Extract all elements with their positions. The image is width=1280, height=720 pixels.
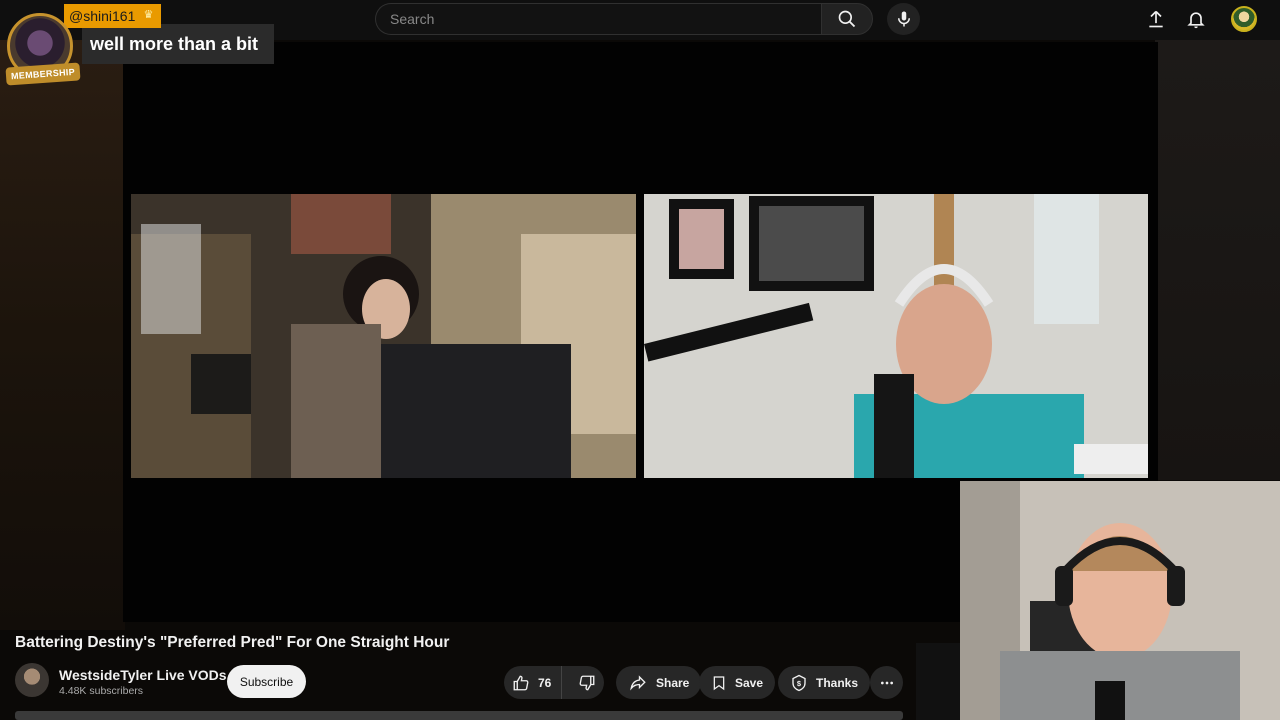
- share-icon: [630, 674, 646, 691]
- dislike-button[interactable]: [570, 666, 604, 699]
- ambient-glow-left: [0, 40, 125, 630]
- save-button[interactable]: Save: [699, 666, 776, 699]
- video-cam-left: [131, 194, 636, 478]
- search-icon: [838, 10, 856, 28]
- channel-name[interactable]: WestsideTyler Live VODs: [59, 667, 227, 683]
- video-cam-right: [644, 194, 1148, 478]
- ambient-glow-right: [1155, 40, 1280, 480]
- streamer-webcam: [960, 481, 1280, 720]
- thumbs-up-icon: [513, 675, 529, 690]
- description-box-edge: [15, 711, 903, 720]
- save-label: Save: [735, 675, 764, 690]
- bell-icon: [1187, 12, 1205, 29]
- thanks-button[interactable]: $ Thanks: [778, 666, 871, 699]
- channel-avatar[interactable]: [15, 663, 49, 697]
- like-count: 76: [538, 675, 552, 690]
- related-thumbnail-edge[interactable]: [916, 643, 960, 720]
- video-title: Battering Destiny's "Preferred Pred" For…: [15, 634, 450, 651]
- thanks-icon: $: [792, 674, 806, 691]
- create-button[interactable]: [1145, 8, 1167, 30]
- youtube-watch-page: well more than a bit @shini161 ♛ MEMBERS…: [0, 0, 1280, 720]
- subscriber-count: 4.48K subscribers: [59, 685, 144, 697]
- more-icon: [880, 681, 893, 684]
- chat-message: well more than a bit: [82, 24, 275, 64]
- cam-right-scene: [644, 194, 1148, 478]
- search-box[interactable]: [375, 3, 821, 35]
- thumbs-down-icon: [579, 675, 595, 690]
- bookmark-icon: [713, 675, 725, 690]
- mic-icon: [897, 11, 910, 27]
- subscribe-button[interactable]: Subscribe: [227, 665, 306, 698]
- webcam-scene: [960, 481, 1280, 720]
- share-label: Share: [656, 675, 690, 690]
- share-button[interactable]: Share: [616, 666, 702, 699]
- search-button[interactable]: [821, 3, 873, 35]
- like-dislike-group: 76: [504, 666, 604, 699]
- upload-icon: [1149, 10, 1163, 28]
- account-avatar[interactable]: [1231, 6, 1257, 32]
- cam-left-scene: [131, 194, 636, 478]
- more-actions-button[interactable]: [870, 666, 903, 699]
- crown-icon: ♛: [143, 9, 154, 21]
- like-button[interactable]: 76: [504, 666, 563, 699]
- chat-username: @shini161 ♛: [64, 4, 162, 28]
- chat-username-text: @shini161: [69, 8, 136, 24]
- voice-search-button[interactable]: [887, 3, 920, 35]
- search-input[interactable]: [376, 4, 821, 34]
- svg-text:$: $: [797, 679, 802, 688]
- notifications-button[interactable]: [1185, 8, 1207, 30]
- thanks-label: Thanks: [816, 675, 859, 690]
